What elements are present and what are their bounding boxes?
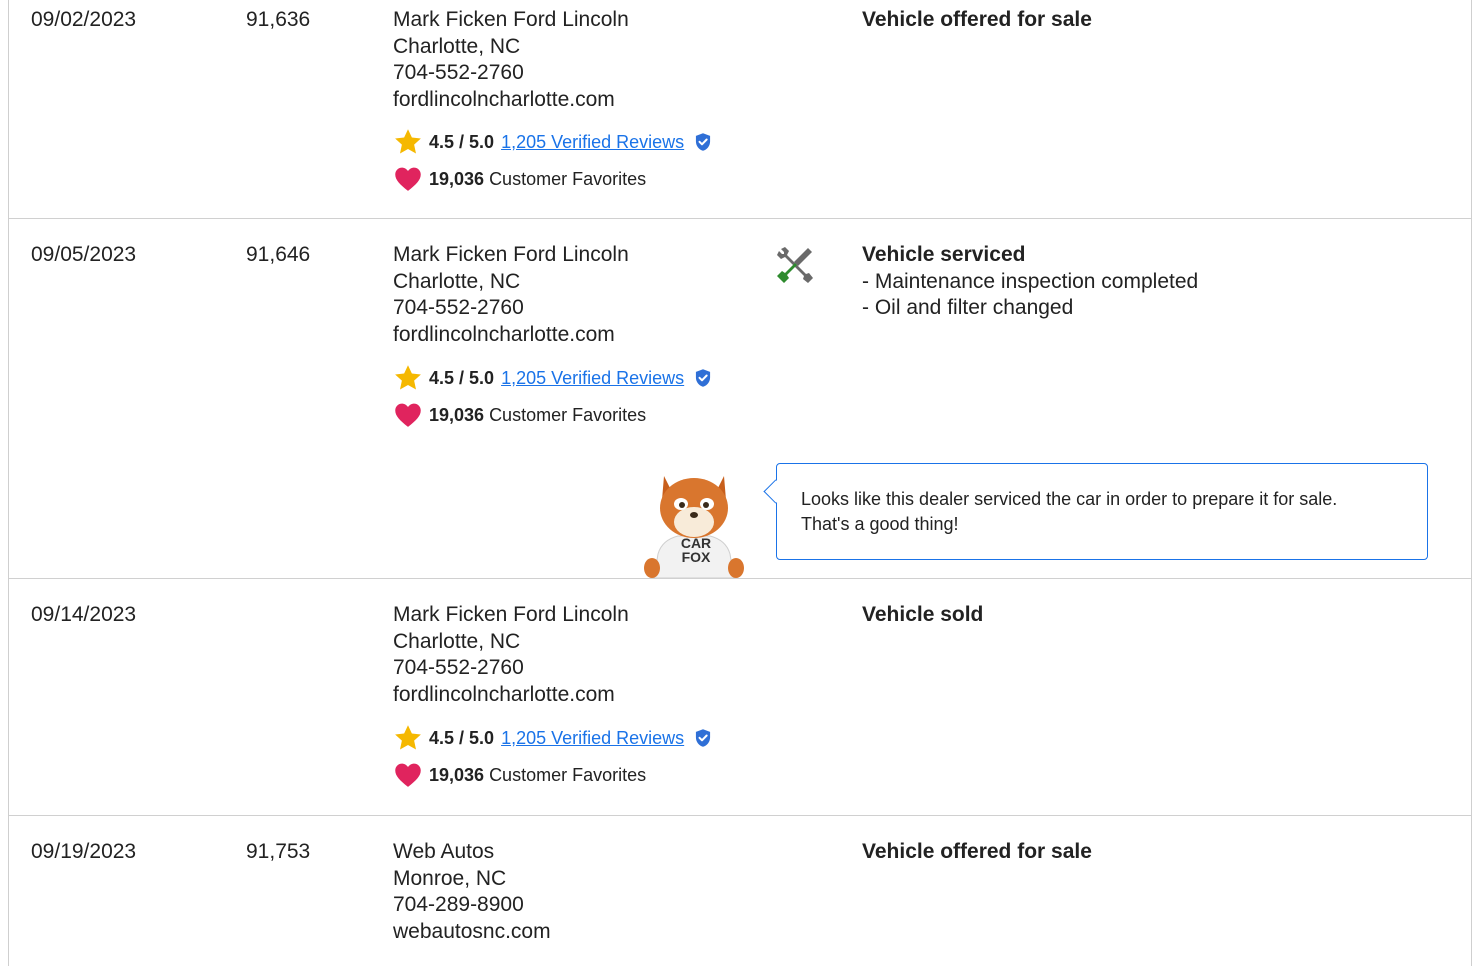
star-icon bbox=[395, 725, 421, 750]
customer-favorites: 19,036 Customer Favorites bbox=[393, 164, 646, 194]
verified-shield-icon bbox=[696, 729, 711, 747]
star-icon bbox=[395, 365, 421, 390]
dealer-location: Monroe, NC bbox=[393, 866, 507, 890]
rating-value: 4.5 / 5.0 bbox=[429, 131, 495, 152]
heart-icon bbox=[395, 763, 421, 787]
favorites-count: 19,036 bbox=[429, 764, 485, 785]
favorites-label: Customer Favorites bbox=[489, 168, 647, 189]
star-icon bbox=[395, 129, 421, 154]
favorites-count: 19,036 bbox=[429, 404, 485, 425]
dealer-rating: 4.5 / 5.0 1,205 Verified Reviews bbox=[393, 127, 713, 157]
dealer-phone: 704-552-2760 bbox=[393, 656, 524, 679]
verified-reviews-link[interactable]: 1,205 Verified Reviews bbox=[501, 132, 684, 153]
dealer-location: Charlotte, NC bbox=[393, 269, 521, 293]
dealer-name: Web Autos bbox=[393, 840, 495, 863]
carfox-mascot: CAR FOX bbox=[644, 476, 744, 578]
event-comments: Vehicle serviced - Maintenance inspectio… bbox=[862, 242, 1198, 322]
verified-reviews-link[interactable]: 1,205 Verified Reviews bbox=[501, 728, 684, 749]
wrench-screwdriver-icon bbox=[777, 247, 813, 283]
heart-icon bbox=[395, 167, 421, 191]
favorites-count: 19,036 bbox=[429, 168, 485, 189]
dealer-website: fordlincolncharlotte.com bbox=[393, 322, 615, 346]
table-row: 09/14/2023 Mark Ficken Ford Lincoln Char… bbox=[9, 579, 1471, 816]
dealer-name: Mark Ficken Ford Lincoln bbox=[393, 8, 629, 31]
favorites-label: Customer Favorites bbox=[489, 764, 647, 785]
dealer-rating: 4.5 / 5.0 1,205 Verified Reviews bbox=[393, 723, 713, 753]
dealer-phone: 704-289-8900 bbox=[393, 893, 524, 916]
mascot-shirt-text: FOX bbox=[682, 549, 711, 565]
verified-reviews-link[interactable]: 1,205 Verified Reviews bbox=[501, 368, 684, 389]
heart-icon bbox=[395, 403, 421, 427]
record-date: 09/14/2023 bbox=[31, 603, 137, 626]
dealer-website: webautosnc.com bbox=[393, 919, 551, 943]
dealer-location: Charlotte, NC bbox=[393, 34, 521, 58]
tip-text: That's a good thing! bbox=[801, 514, 959, 534]
event-title: Vehicle offered for sale bbox=[862, 8, 1092, 31]
event-title: Vehicle serviced bbox=[862, 243, 1026, 266]
carfox-tip-callout: Looks like this dealer serviced the car … bbox=[763, 463, 1428, 560]
record-mileage: 91,636 bbox=[246, 8, 311, 31]
rating-value: 4.5 / 5.0 bbox=[429, 727, 495, 748]
favorites-label: Customer Favorites bbox=[489, 404, 647, 425]
dealer-name: Mark Ficken Ford Lincoln bbox=[393, 243, 629, 266]
dealer-website: fordlincolncharlotte.com bbox=[393, 682, 615, 706]
dealer-info: Web Autos Monroe, NC 704-289-8900 webaut… bbox=[393, 839, 551, 945]
dealer-info: Mark Ficken Ford Lincoln Charlotte, NC 7… bbox=[393, 602, 629, 708]
event-comments: Vehicle sold bbox=[862, 602, 983, 629]
rating-value: 4.5 / 5.0 bbox=[429, 367, 495, 388]
verified-shield-icon bbox=[696, 369, 711, 387]
event-title: Vehicle offered for sale bbox=[862, 840, 1092, 863]
record-date: 09/19/2023 bbox=[31, 840, 137, 863]
event-detail: - Oil and filter changed bbox=[862, 296, 1074, 319]
dealer-phone: 704-552-2760 bbox=[393, 296, 524, 319]
table-row: 09/02/2023 91,636 Mark Ficken Ford Linco… bbox=[9, 0, 1471, 219]
record-date: 09/02/2023 bbox=[31, 8, 137, 31]
event-title: Vehicle sold bbox=[862, 603, 984, 626]
dealer-website: fordlincolncharlotte.com bbox=[393, 87, 615, 111]
record-mileage: 91,646 bbox=[246, 243, 311, 266]
dealer-info: Mark Ficken Ford Lincoln Charlotte, NC 7… bbox=[393, 7, 629, 113]
dealer-phone: 704-552-2760 bbox=[393, 61, 524, 84]
customer-favorites: 19,036 Customer Favorites bbox=[393, 760, 646, 790]
record-mileage: 91,753 bbox=[246, 840, 311, 863]
record-date: 09/05/2023 bbox=[31, 243, 137, 266]
dealer-info: Mark Ficken Ford Lincoln Charlotte, NC 7… bbox=[393, 242, 629, 348]
customer-favorites: 19,036 Customer Favorites bbox=[393, 400, 646, 430]
event-detail: - Maintenance inspection completed bbox=[862, 269, 1199, 293]
dealer-rating: 4.5 / 5.0 1,205 Verified Reviews bbox=[393, 363, 713, 393]
table-row: 09/19/2023 91,753 Web Autos Monroe, NC 7… bbox=[9, 816, 1471, 966]
event-comments: Vehicle offered for sale bbox=[862, 839, 1092, 866]
tip-text: Looks like this dealer serviced the car … bbox=[801, 489, 1338, 509]
event-comments: Vehicle offered for sale bbox=[862, 7, 1092, 34]
dealer-name: Mark Ficken Ford Lincoln bbox=[393, 603, 629, 626]
verified-shield-icon bbox=[696, 133, 711, 151]
dealer-location: Charlotte, NC bbox=[393, 629, 521, 653]
